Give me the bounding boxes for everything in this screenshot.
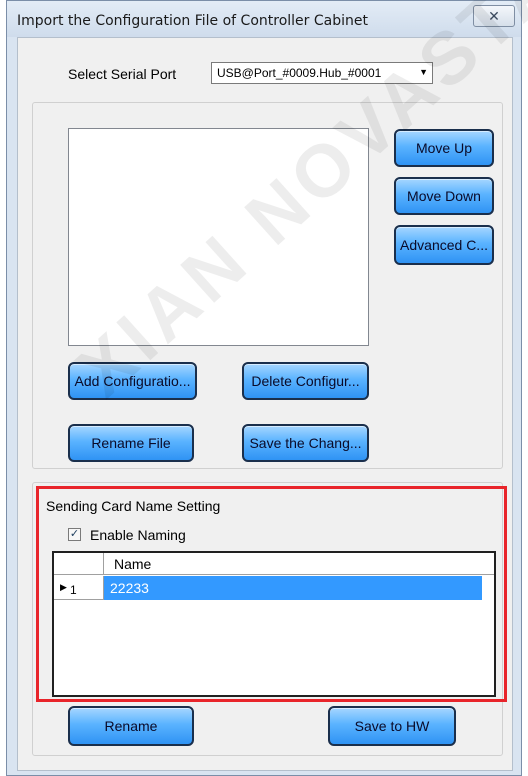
sending-card-name-grid[interactable]: Name ▶ 1 22233 xyxy=(52,551,496,697)
row-index: 1 xyxy=(70,583,77,597)
enable-naming-label: Enable Naming xyxy=(90,527,186,543)
rename-button[interactable]: Rename xyxy=(68,706,194,746)
dialog-window: Import the Configuration File of Control… xyxy=(6,0,522,776)
advanced-config-button[interactable]: Advanced C... xyxy=(394,225,494,265)
name-cell[interactable]: 22233 xyxy=(104,576,482,600)
row-header[interactable]: ▶ 1 xyxy=(54,576,104,600)
serial-port-select[interactable]: USB@Port_#0009.Hub_#0001 ▼ xyxy=(211,62,433,84)
save-changes-button[interactable]: Save the Chang... xyxy=(242,424,369,462)
close-icon: ✕ xyxy=(488,8,500,24)
grid-corner-cell xyxy=(54,553,104,575)
save-to-hw-button[interactable]: Save to HW xyxy=(328,706,456,746)
column-header-name[interactable]: Name xyxy=(114,556,151,572)
window-title: Import the Configuration File of Control… xyxy=(17,13,368,29)
add-configuration-button[interactable]: Add Configuratio... xyxy=(68,362,197,400)
serial-port-label: Select Serial Port xyxy=(68,66,177,82)
row-pointer-icon: ▶ xyxy=(60,582,67,592)
rename-file-button[interactable]: Rename File xyxy=(68,424,194,462)
dropdown-arrow-icon: ▼ xyxy=(419,67,428,77)
table-row[interactable]: ▶ 1 22233 xyxy=(54,576,482,600)
move-up-button[interactable]: Move Up xyxy=(394,129,494,167)
delete-configuration-button[interactable]: Delete Configur... xyxy=(242,362,369,400)
checkmark-icon: ✓ xyxy=(69,528,80,540)
serial-port-value: USB@Port_#0009.Hub_#0001 xyxy=(217,66,382,80)
config-file-list[interactable] xyxy=(68,128,369,346)
move-down-button[interactable]: Move Down xyxy=(394,177,494,215)
title-bar[interactable]: Import the Configuration File of Control… xyxy=(7,1,521,37)
sending-card-group-title: Sending Card Name Setting xyxy=(46,498,224,514)
close-button[interactable]: ✕ xyxy=(473,5,515,27)
enable-naming-checkbox[interactable]: ✓ xyxy=(68,528,81,541)
grid-header-row: Name xyxy=(54,553,494,575)
dialog-body: Select Serial Port USB@Port_#0009.Hub_#0… xyxy=(17,37,513,771)
